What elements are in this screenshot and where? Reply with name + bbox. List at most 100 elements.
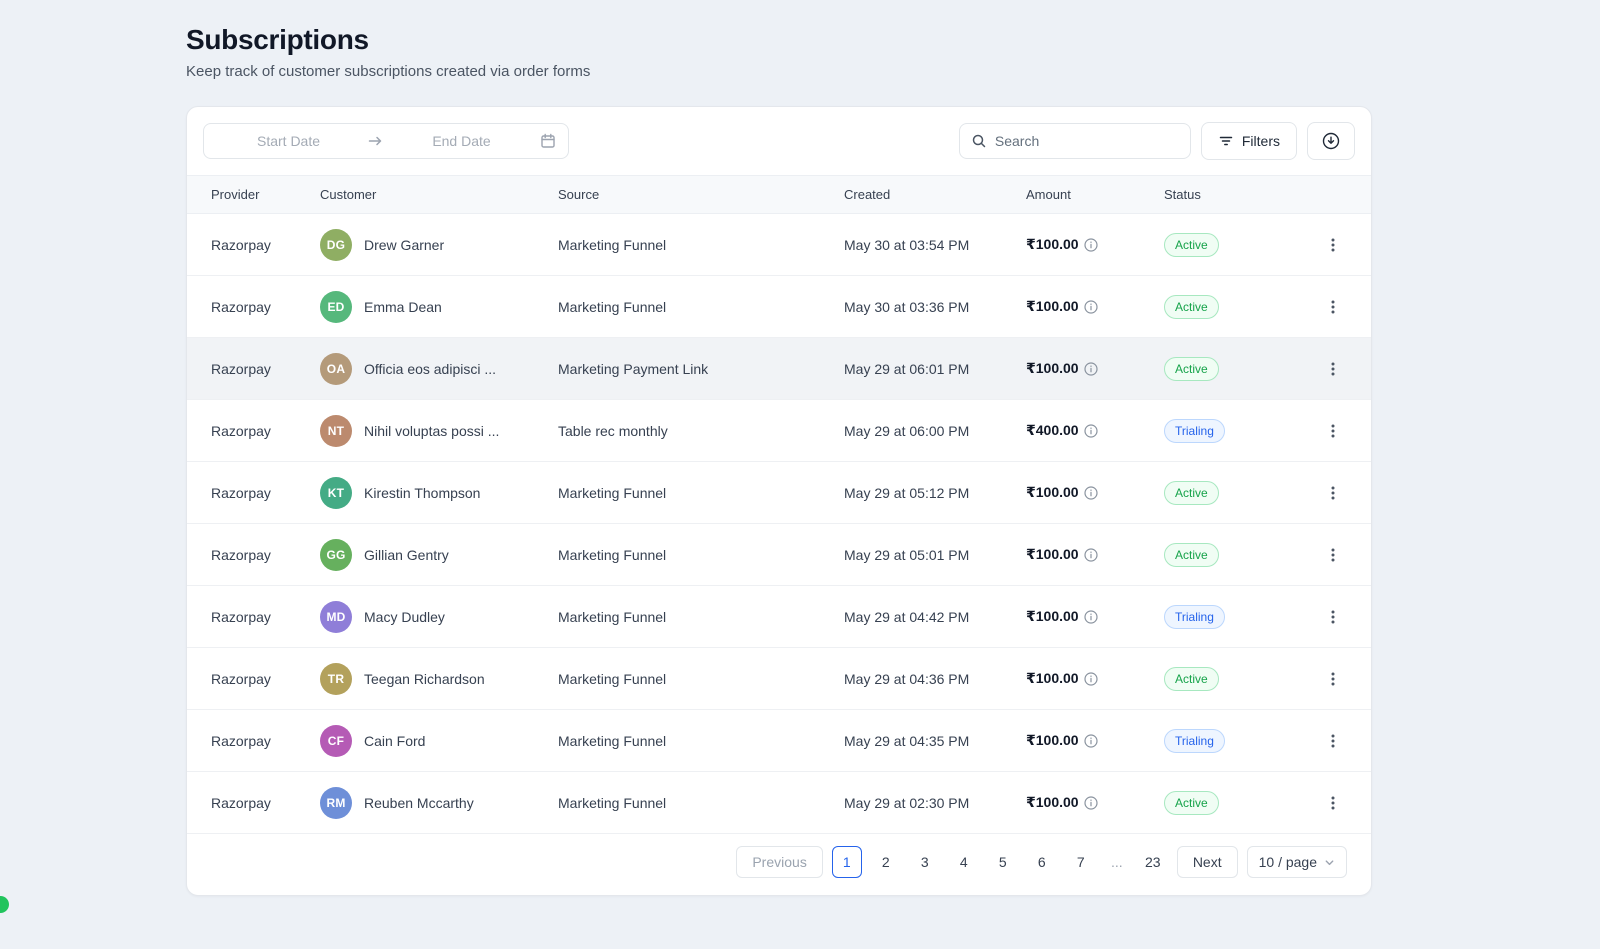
table-row[interactable]: Razorpay RM Reuben Mccarthy Marketing Fu…	[187, 772, 1371, 834]
filter-icon	[1218, 133, 1234, 149]
info-icon[interactable]	[1084, 672, 1098, 686]
row-actions-button[interactable]	[1319, 665, 1347, 693]
page-number-1[interactable]: 1	[832, 846, 862, 878]
customer-cell: DG Drew Garner	[320, 214, 558, 276]
status-cell: Active	[1164, 276, 1294, 338]
chevron-down-icon	[1324, 857, 1335, 868]
status-cell: Active	[1164, 462, 1294, 524]
table-row[interactable]: Razorpay CF Cain Ford Marketing Funnel M…	[187, 710, 1371, 772]
column-header-provider: Provider	[187, 176, 320, 214]
page-title: Subscriptions	[186, 24, 1600, 56]
pagination-ellipsis: ...	[1105, 854, 1129, 870]
amount-value: ₹100.00	[1026, 670, 1079, 687]
table-row[interactable]: Razorpay NT Nihil voluptas possi ... Tab…	[187, 400, 1371, 462]
amount-value: ₹100.00	[1026, 484, 1079, 501]
row-actions-button[interactable]	[1319, 417, 1347, 445]
info-icon[interactable]	[1084, 796, 1098, 810]
customer-cell: GG Gillian Gentry	[320, 524, 558, 586]
status-badge: Trialing	[1164, 419, 1225, 443]
customer-cell: RM Reuben Mccarthy	[320, 772, 558, 834]
amount-cell: ₹100.00	[1026, 772, 1164, 834]
info-icon[interactable]	[1084, 238, 1098, 252]
status-badge: Active	[1164, 791, 1219, 815]
filters-button[interactable]: Filters	[1201, 122, 1297, 160]
table-row[interactable]: Razorpay MD Macy Dudley Marketing Funnel…	[187, 586, 1371, 648]
status-badge: Active	[1164, 295, 1219, 319]
amount-cell: ₹100.00	[1026, 710, 1164, 772]
source-cell: Marketing Funnel	[558, 586, 844, 648]
table-row[interactable]: Razorpay ED Emma Dean Marketing Funnel M…	[187, 276, 1371, 338]
page-number-6[interactable]: 6	[1027, 846, 1057, 878]
info-icon[interactable]	[1084, 548, 1098, 562]
table-header-row: ProviderCustomerSourceCreatedAmountStatu…	[187, 176, 1371, 214]
status-badge: Active	[1164, 481, 1219, 505]
provider-cell: Razorpay	[187, 648, 320, 710]
provider-cell: Razorpay	[187, 214, 320, 276]
end-date-input[interactable]: End Date	[389, 133, 534, 149]
customer-avatar: ED	[320, 291, 352, 323]
customer-name: Reuben Mccarthy	[364, 795, 474, 811]
provider-cell: Razorpay	[187, 462, 320, 524]
row-actions-button[interactable]	[1319, 789, 1347, 817]
table-body: Razorpay DG Drew Garner Marketing Funnel…	[187, 214, 1371, 834]
row-actions-button[interactable]	[1319, 603, 1347, 631]
customer-cell: MD Macy Dudley	[320, 586, 558, 648]
row-actions-button[interactable]	[1319, 727, 1347, 755]
provider-cell: Razorpay	[187, 338, 320, 400]
page-size-select[interactable]: 10 / page	[1247, 846, 1347, 878]
amount-value: ₹400.00	[1026, 422, 1079, 439]
actions-cell	[1294, 214, 1371, 276]
customer-name: Nihil voluptas possi ...	[364, 423, 499, 439]
customer-cell: KT Kirestin Thompson	[320, 462, 558, 524]
row-actions-button[interactable]	[1319, 355, 1347, 383]
calendar-icon	[540, 133, 556, 149]
info-icon[interactable]	[1084, 300, 1098, 314]
info-icon[interactable]	[1084, 734, 1098, 748]
page-number-4[interactable]: 4	[949, 846, 979, 878]
search-box[interactable]	[959, 123, 1191, 159]
created-cell: May 29 at 06:01 PM	[844, 338, 1026, 400]
status-cell: Active	[1164, 772, 1294, 834]
row-actions-button[interactable]	[1319, 293, 1347, 321]
status-badge: Active	[1164, 667, 1219, 691]
amount-cell: ₹100.00	[1026, 648, 1164, 710]
page-number-3[interactable]: 3	[910, 846, 940, 878]
table-row[interactable]: Razorpay TR Teegan Richardson Marketing …	[187, 648, 1371, 710]
created-cell: May 29 at 04:35 PM	[844, 710, 1026, 772]
info-icon[interactable]	[1084, 362, 1098, 376]
info-icon[interactable]	[1084, 610, 1098, 624]
table-row[interactable]: Razorpay GG Gillian Gentry Marketing Fun…	[187, 524, 1371, 586]
search-input[interactable]	[995, 133, 1179, 149]
created-cell: May 29 at 05:12 PM	[844, 462, 1026, 524]
table-row[interactable]: Razorpay OA Officia eos adipisci ... Mar…	[187, 338, 1371, 400]
actions-cell	[1294, 710, 1371, 772]
source-cell: Marketing Funnel	[558, 214, 844, 276]
pagination: Previous1234567...23Next10 / page	[187, 834, 1371, 895]
table-row[interactable]: Razorpay DG Drew Garner Marketing Funnel…	[187, 214, 1371, 276]
row-actions-button[interactable]	[1319, 479, 1347, 507]
download-button[interactable]	[1307, 122, 1355, 160]
page-number-7[interactable]: 7	[1066, 846, 1096, 878]
page-number-5[interactable]: 5	[988, 846, 1018, 878]
created-cell: May 29 at 05:01 PM	[844, 524, 1026, 586]
customer-avatar: TR	[320, 663, 352, 695]
date-range-picker[interactable]: Start Date End Date	[203, 123, 569, 159]
start-date-input[interactable]: Start Date	[216, 133, 361, 149]
page-number-23[interactable]: 23	[1138, 846, 1168, 878]
row-actions-button[interactable]	[1319, 231, 1347, 259]
info-icon[interactable]	[1084, 486, 1098, 500]
previous-page-button[interactable]: Previous	[736, 846, 822, 878]
amount-cell: ₹100.00	[1026, 276, 1164, 338]
chat-widget-bubble[interactable]	[0, 896, 9, 913]
source-cell: Marketing Funnel	[558, 648, 844, 710]
source-cell: Marketing Funnel	[558, 710, 844, 772]
amount-value: ₹100.00	[1026, 732, 1079, 749]
next-page-button[interactable]: Next	[1177, 846, 1238, 878]
actions-cell	[1294, 338, 1371, 400]
page-number-2[interactable]: 2	[871, 846, 901, 878]
info-icon[interactable]	[1084, 424, 1098, 438]
table-row[interactable]: Razorpay KT Kirestin Thompson Marketing …	[187, 462, 1371, 524]
row-actions-button[interactable]	[1319, 541, 1347, 569]
customer-avatar: CF	[320, 725, 352, 757]
column-header-status: Status	[1164, 176, 1294, 214]
